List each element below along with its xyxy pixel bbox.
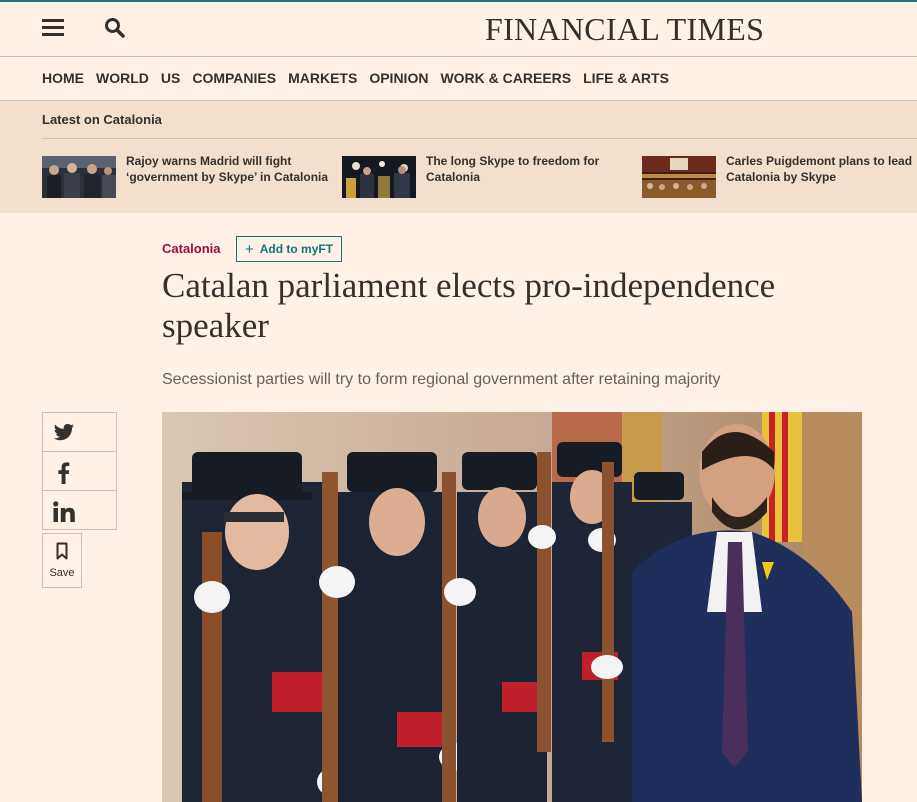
nav-item-life-arts[interactable]: LIFE & ARTS — [583, 57, 669, 100]
topic-link[interactable]: Catalonia — [162, 241, 221, 256]
share-toolbar: Save — [42, 412, 117, 588]
nav-item-markets[interactable]: MARKETS — [288, 57, 357, 100]
nav-item-home[interactable]: HOME — [42, 57, 84, 100]
ft-logo[interactable]: FINANCIAL TIMES — [485, 11, 764, 48]
story-headline[interactable]: Carles Puigdemont plans to lead Cataloni… — [726, 153, 917, 185]
linkedin-icon — [53, 501, 75, 522]
share-twitter-button[interactable] — [42, 412, 117, 452]
latest-story[interactable]: Carles Puigdemont plans to lead Cataloni… — [642, 153, 917, 201]
latest-heading: Latest on Catalonia — [42, 112, 162, 127]
nav-item-us[interactable]: US — [161, 57, 180, 100]
save-label: Save — [49, 567, 75, 579]
latest-strip: Latest on Catalonia Rajoy warns Madrid w… — [0, 101, 917, 213]
facebook-icon — [58, 462, 70, 484]
story-thumbnail[interactable] — [42, 156, 116, 198]
add-to-myft-label: Add to myFT — [259, 242, 334, 256]
bookmark-icon — [56, 542, 68, 560]
share-linkedin-button[interactable] — [42, 490, 117, 530]
story-headline[interactable]: The long Skype to freedom for Catalonia — [426, 153, 632, 185]
article-title: Catalan parliament elects pro-independen… — [162, 266, 776, 345]
nav-item-work-careers[interactable]: WORK & CAREERS — [440, 57, 571, 100]
divider — [42, 138, 917, 139]
nav-item-companies[interactable]: COMPANIES — [192, 57, 276, 100]
latest-story[interactable]: The long Skype to freedom for Catalonia — [342, 153, 632, 201]
nav-item-world[interactable]: WORLD — [96, 57, 149, 100]
menu-icon[interactable] — [42, 19, 64, 37]
article-standfirst: Secessionist parties will try to form re… — [162, 371, 721, 388]
save-article-button[interactable]: Save — [42, 533, 82, 588]
twitter-icon — [53, 423, 75, 441]
site-header: FINANCIAL TIMES — [0, 2, 917, 57]
article-hero-image — [162, 412, 862, 802]
story-headline[interactable]: Rajoy warns Madrid will fight ‘governmen… — [126, 153, 332, 185]
story-thumbnail[interactable] — [642, 156, 716, 198]
main-nav: HOME WORLD US COMPANIES MARKETS OPINION … — [0, 57, 917, 101]
nav-item-opinion[interactable]: OPINION — [369, 57, 428, 100]
plus-icon: + — [244, 240, 254, 258]
latest-story[interactable]: Rajoy warns Madrid will fight ‘governmen… — [42, 153, 332, 201]
share-facebook-button[interactable] — [42, 451, 117, 491]
story-thumbnail[interactable] — [342, 156, 416, 198]
add-to-myft-button[interactable]: + Add to myFT — [236, 236, 342, 262]
search-icon[interactable] — [104, 17, 126, 39]
